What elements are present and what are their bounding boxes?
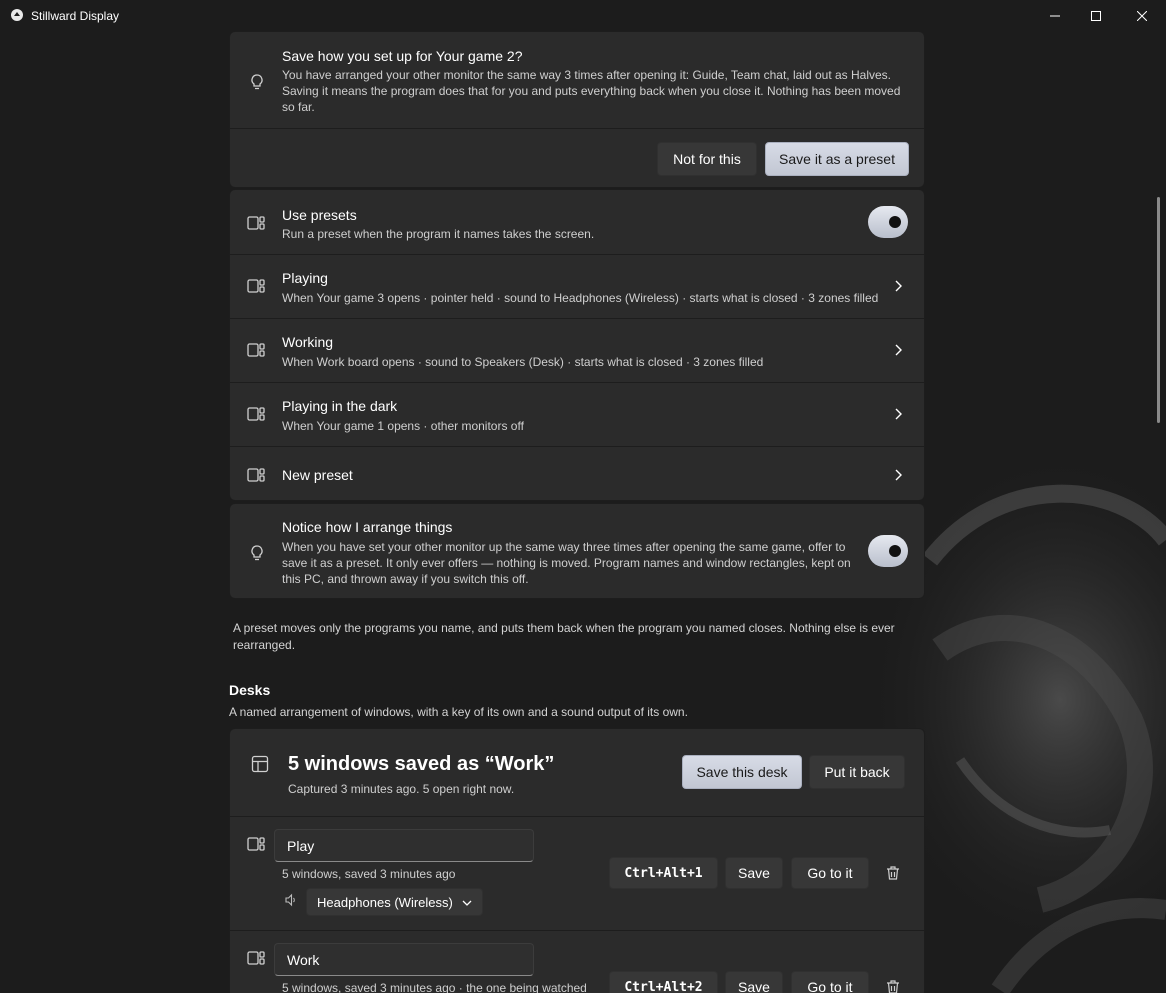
preset-row-working[interactable]: Working When Work board opens · sound to… [230, 319, 924, 382]
use-presets-title: Use presets [282, 207, 357, 223]
new-preset-label: New preset [282, 467, 353, 483]
chevron-down-icon [462, 900, 472, 906]
current-desk-title: 5 windows saved as “Work” [288, 753, 555, 775]
monitor-window-icon [247, 279, 265, 293]
presets-card: Use presets Run a preset when the progra… [229, 189, 925, 501]
chevron-right-icon [895, 344, 902, 356]
trash-icon[interactable] [885, 865, 901, 881]
maximize-button[interactable] [1073, 0, 1119, 31]
desk-meta: 5 windows, saved 3 minutes ago [282, 867, 456, 881]
notice-arrangement-card: Notice how I arrange things When you hav… [229, 503, 925, 599]
scrollbar-thumb[interactable] [1157, 197, 1160, 423]
preset-title: Playing in the dark [282, 398, 398, 414]
window-title: Stillward Display [31, 9, 120, 23]
desk-shortcut-key[interactable]: Ctrl+Alt+2 [609, 971, 718, 993]
desks-card: 5 windows saved as “Work” Captured 3 min… [229, 728, 925, 993]
save-this-desk-button[interactable]: Save this desk [682, 755, 802, 789]
maximize-icon [1091, 10, 1101, 21]
sound-output-select[interactable]: Headphones (Wireless) [306, 888, 483, 916]
preset-note: A preset moves only the programs you nam… [233, 621, 895, 652]
preset-description: When Your game 3 opens · pointer held · … [282, 291, 879, 305]
monitor-window-icon [247, 951, 265, 965]
use-presets-toggle[interactable] [868, 206, 908, 238]
suggestion-description: You have arranged your other monitor the… [282, 68, 901, 114]
monitor-window-icon [247, 837, 265, 851]
use-presets-row: Use presets Run a preset when the progra… [230, 190, 924, 254]
sound-output-value: Headphones (Wireless) [317, 895, 453, 910]
minimize-icon [1050, 15, 1060, 16]
desk-go-to-button[interactable]: Go to it [791, 857, 869, 889]
preset-description: When Your game 1 opens · other monitors … [282, 419, 524, 433]
trash-icon[interactable] [885, 979, 901, 993]
put-it-back-button[interactable]: Put it back [809, 755, 905, 789]
desk-name-input[interactable]: Play [274, 829, 534, 862]
use-presets-description: Run a preset when the program it names t… [282, 227, 595, 241]
lightbulb-icon [251, 545, 263, 561]
preset-row-playing-in-the-dark[interactable]: Playing in the dark When Your game 1 ope… [230, 383, 924, 446]
not-for-this-button[interactable]: Not for this [657, 142, 757, 176]
chevron-right-icon [895, 280, 902, 292]
close-icon [1137, 10, 1147, 21]
desks-heading: Desks [229, 682, 271, 698]
monitor-window-icon [247, 343, 265, 357]
notice-title: Notice how I arrange things [282, 519, 453, 535]
desks-subheading: A named arrangement of windows, with a k… [229, 705, 688, 719]
new-preset-row[interactable]: New preset [230, 447, 924, 500]
desk-meta: 5 windows, saved 3 minutes ago · the one… [282, 981, 587, 993]
chevron-right-icon [895, 469, 902, 481]
desk-go-to-button[interactable]: Go to it [791, 971, 869, 993]
preset-suggestion-card: Save how you set up for Your game 2? You… [229, 31, 925, 188]
minimize-button[interactable] [1032, 0, 1078, 31]
app-logo-icon [11, 9, 23, 21]
title-bar: Stillward Display [0, 0, 1166, 31]
preset-title: Playing [282, 270, 328, 286]
current-desk-subtitle: Captured 3 minutes ago. 5 open right now… [288, 782, 515, 796]
preset-title: Working [282, 334, 334, 350]
notice-toggle[interactable] [868, 535, 908, 567]
desk-row-work: Work 5 windows, saved 3 minutes ago · th… [230, 931, 924, 993]
close-button[interactable] [1119, 0, 1165, 31]
preset-description: When Work board opens · sound to Speaker… [282, 355, 764, 369]
divider [230, 128, 924, 129]
layout-icon [251, 755, 269, 773]
save-as-preset-button[interactable]: Save it as a preset [765, 142, 909, 176]
chevron-right-icon [895, 408, 902, 420]
speaker-icon [285, 893, 295, 907]
lightbulb-icon [251, 74, 263, 90]
notice-description: When you have set your other monitor up … [282, 540, 851, 586]
preset-row-playing[interactable]: Playing When Your game 3 opens · pointer… [230, 255, 924, 318]
desk-shortcut-key[interactable]: Ctrl+Alt+1 [609, 857, 718, 889]
monitor-window-icon [247, 407, 265, 421]
monitor-window-icon [247, 468, 265, 482]
monitor-window-icon [247, 216, 265, 230]
desk-row-play: Play 5 windows, saved 3 minutes ago Head… [230, 817, 924, 930]
desk-name-input[interactable]: Work [274, 943, 534, 976]
suggestion-title: Save how you set up for Your game 2? [282, 48, 523, 64]
desk-save-button[interactable]: Save [725, 971, 783, 993]
desk-save-button[interactable]: Save [725, 857, 783, 889]
